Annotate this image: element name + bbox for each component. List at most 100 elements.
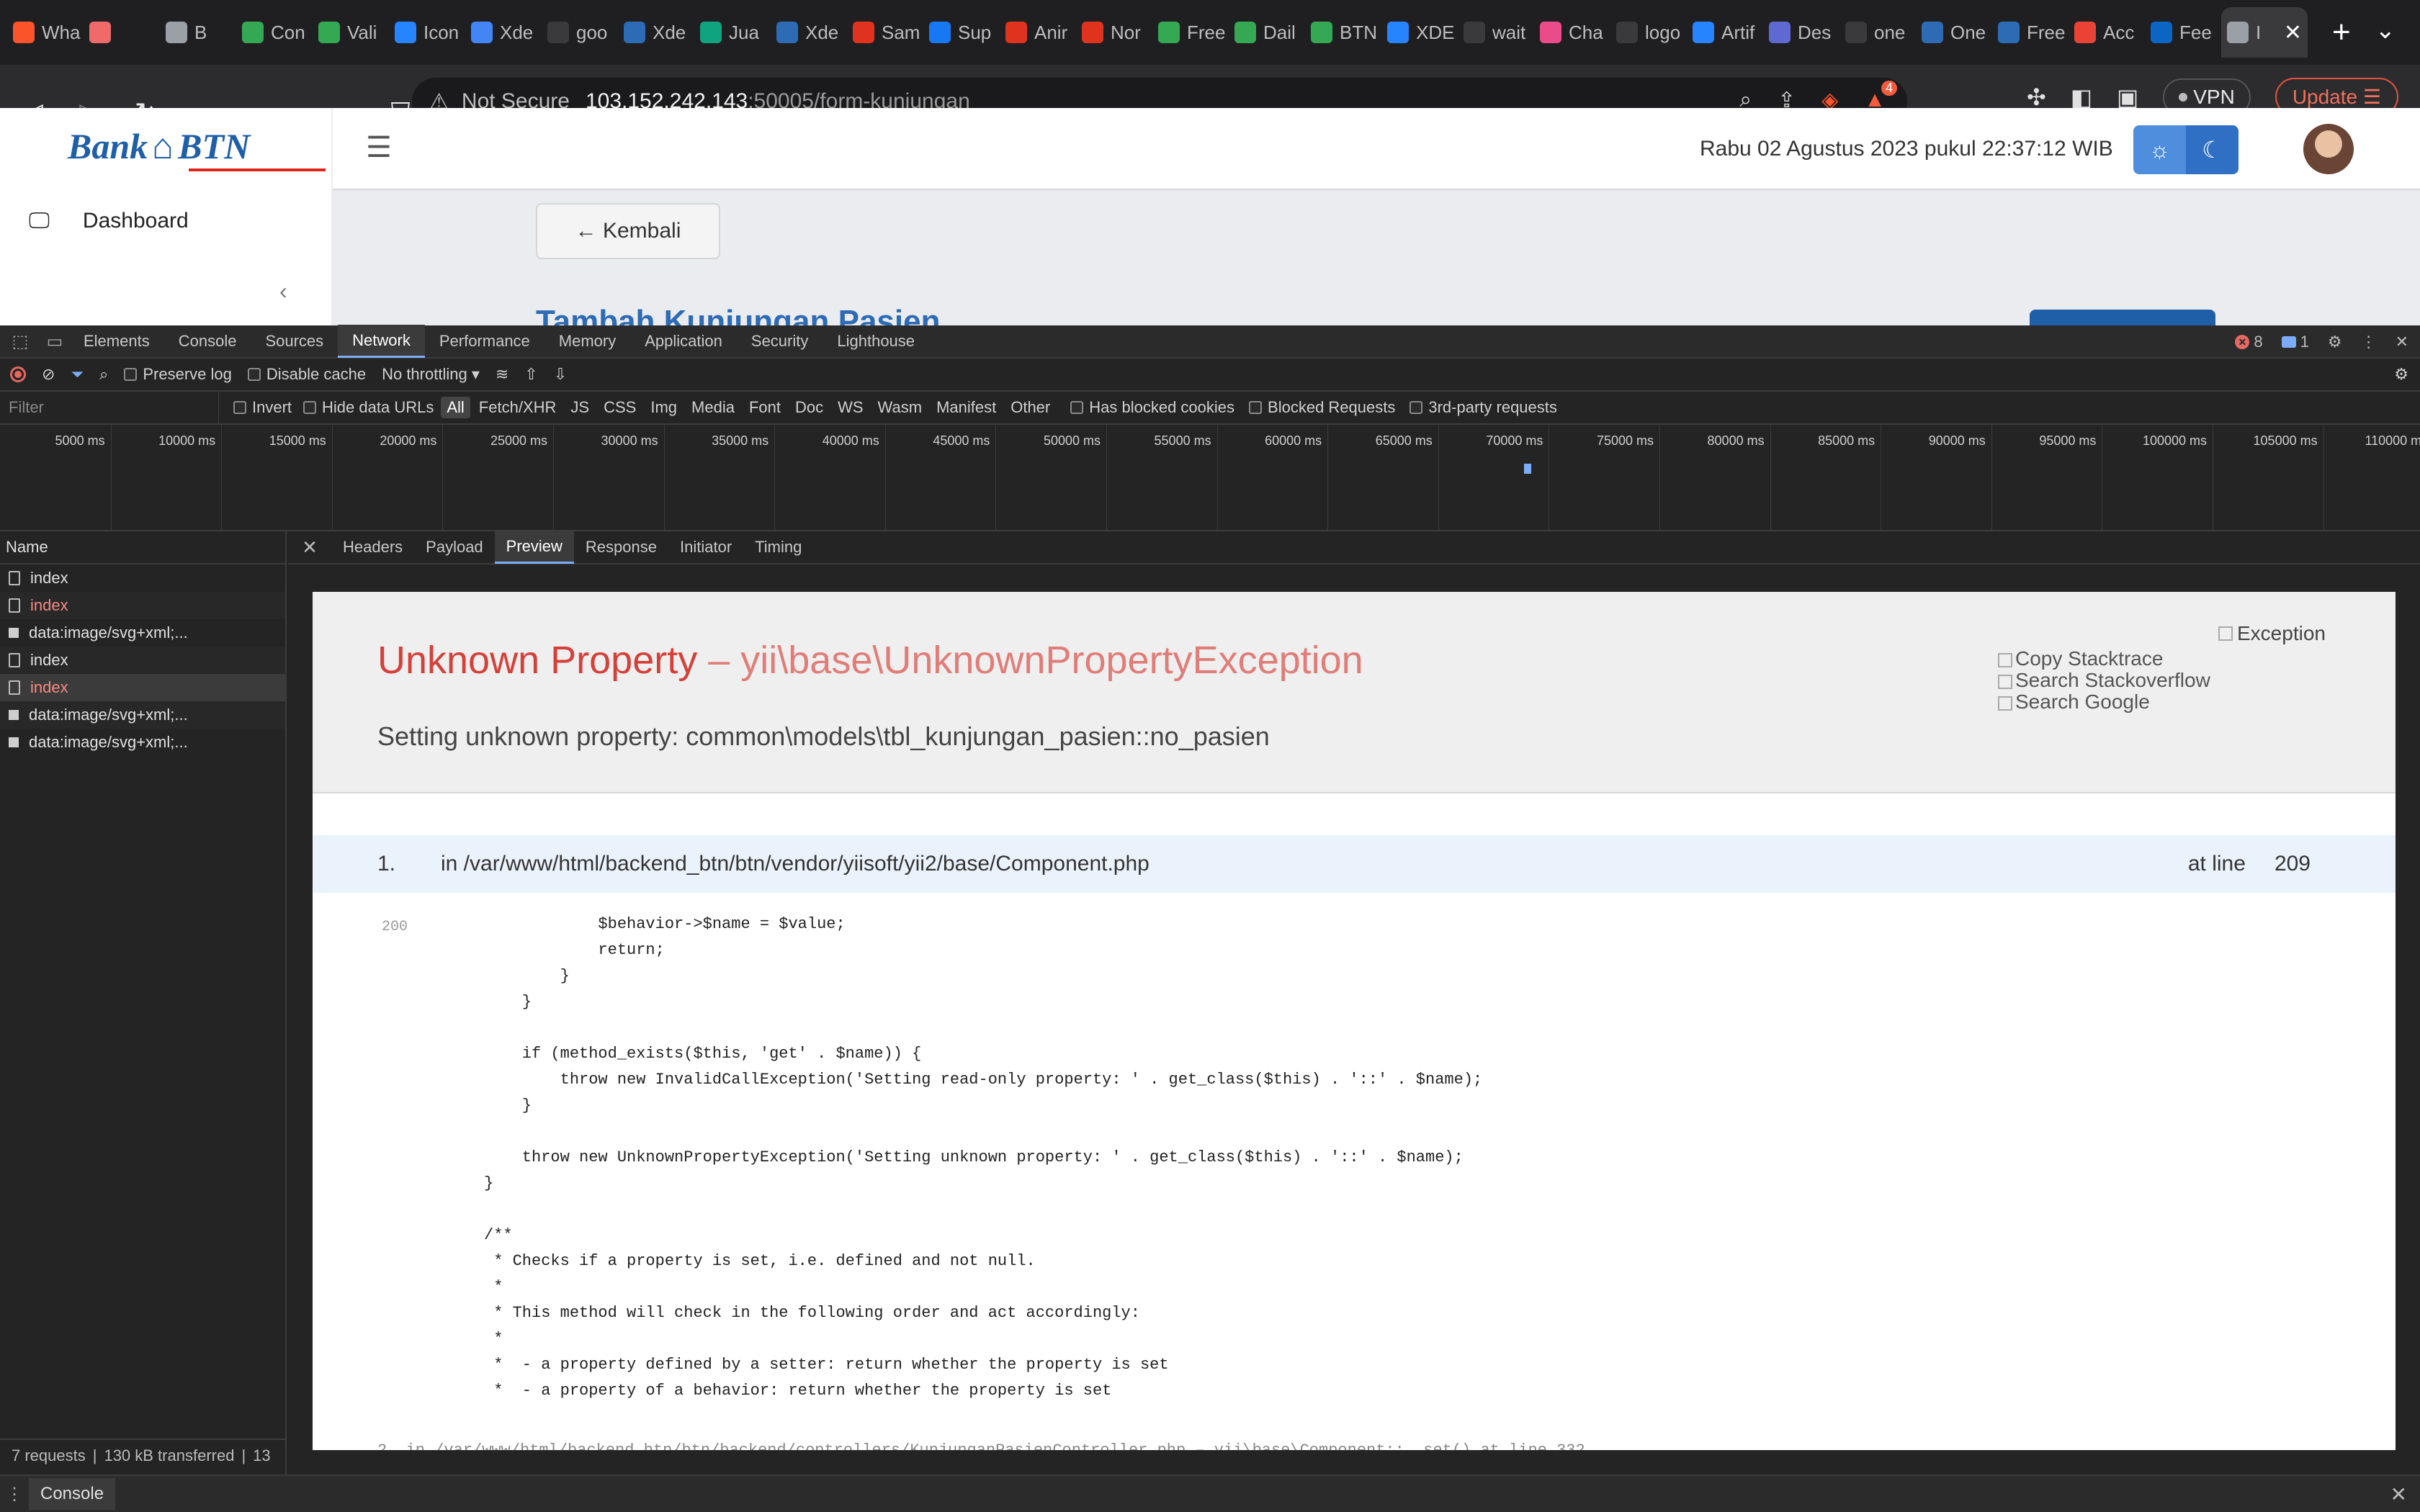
detail-tab-response[interactable]: Response [574,531,668,564]
detail-tab-payload[interactable]: Payload [414,531,495,564]
type-filter-fetchxhr[interactable]: Fetch/XHR [473,397,563,418]
back-button[interactable]: ← Kembali [536,203,720,259]
devtools-tab-console[interactable]: Console [164,325,251,358]
browser-tab[interactable]: Icon [389,7,465,58]
browser-tab[interactable]: Des [1763,7,1839,58]
blocked-requests-checkbox[interactable]: Blocked Requests [1249,398,1395,417]
browser-tab[interactable]: Free [1992,7,2069,58]
network-timeline-overview[interactable]: 5000 ms 10000 ms 15000 ms 20000 ms 25000 ms 3… [0,425,2420,531]
record-icon[interactable] [10,366,26,382]
disable-cache-checkbox[interactable]: Disable cache [247,365,366,384]
search-icon[interactable]: ⌕ [99,365,108,384]
avatar[interactable] [2303,124,2354,174]
type-filter-all[interactable]: All [441,397,470,418]
type-filter-media[interactable]: Media [686,397,740,418]
browser-tab[interactable]: Nor [1076,7,1152,58]
settings-gear-icon[interactable]: ⚙ [2328,333,2342,351]
search-stackoverflow-image[interactable]: Search Stackoverflow [1998,670,2210,691]
third-party-checkbox[interactable]: 3rd-party requests [1410,398,1557,417]
import-har-icon[interactable]: ⇧ [524,365,537,384]
browser-tab[interactable]: I ✕ [2221,7,2308,58]
more-options-icon[interactable]: ⋮ [2361,333,2377,351]
filter-icon[interactable]: ⏷ [71,365,84,384]
devtools-tab-performance[interactable]: Performance [425,325,544,358]
type-filter-other[interactable]: Other [1005,397,1056,418]
devtools-tab-memory[interactable]: Memory [544,325,630,358]
detail-tab-headers[interactable]: Headers [331,531,414,564]
request-row[interactable]: index [0,647,285,674]
browser-tab[interactable]: goo [542,7,618,58]
type-filter-img[interactable]: Img [645,397,683,418]
type-filter-font[interactable]: Font [743,397,786,418]
browser-tab[interactable]: Sam [847,7,923,58]
clear-icon[interactable]: ⊘ [42,365,55,384]
browser-tab[interactable]: Xde [771,7,847,58]
devtools-tab-application[interactable]: Application [630,325,737,358]
dark-mode-icon[interactable]: ☾ [2186,125,2238,174]
sidebar-item-dashboard[interactable]: 🖵 Dashboard [29,209,189,233]
type-filter-wasm[interactable]: Wasm [872,397,928,418]
light-mode-icon[interactable]: ☼ [2133,125,2186,174]
invert-checkbox[interactable]: Invert [233,398,292,417]
devtools-tab-network[interactable]: Network [338,325,425,358]
browser-tab[interactable]: B [160,7,236,58]
request-row[interactable]: data:image/svg+xml;... [0,619,285,647]
request-row[interactable]: index [0,592,285,619]
tab-search-icon[interactable]: ⌄ [2375,16,2396,45]
search-google-image[interactable]: Search Google [1998,691,2210,713]
devtools-tab-sources[interactable]: Sources [251,325,338,358]
inspect-element-icon[interactable]: ⬚ [6,331,35,352]
message-count-badge[interactable]: 1 [2281,333,2309,351]
throttling-select[interactable]: No throttling ▾ [382,365,480,384]
hamburger-menu-icon[interactable]: ☰ [366,131,392,164]
detail-tab-preview[interactable]: Preview [494,531,574,564]
close-detail-icon[interactable]: ✕ [288,536,331,559]
browser-tab[interactable]: BTN [1305,7,1381,58]
browser-tab[interactable]: one [1839,7,1916,58]
browser-tab[interactable]: Artif [1687,7,1763,58]
close-tab-icon[interactable]: ✕ [2284,20,2302,45]
sidebar-icon[interactable]: ◧ [2071,84,2092,111]
detail-tab-initiator[interactable]: Initiator [668,531,743,564]
browser-tab[interactable]: logo [1610,7,1687,58]
extensions-icon[interactable]: ✣ [2027,84,2046,111]
browser-tab[interactable]: Free [1152,7,1229,58]
primary-action-button[interactable] [2030,310,2215,325]
detail-tab-timing[interactable]: Timing [743,531,813,564]
type-filter-ws[interactable]: WS [832,397,869,418]
new-tab-button[interactable]: + [2332,14,2351,50]
copy-stacktrace-image[interactable]: Copy Stacktrace [1998,648,2210,670]
devtools-tab-security[interactable]: Security [737,325,823,358]
browser-tab[interactable]: Jua [694,7,771,58]
close-devtools-icon[interactable]: ✕ [2396,333,2408,351]
request-row[interactable]: index [0,564,285,592]
request-row[interactable]: data:image/svg+xml;... [0,729,285,756]
type-filter-manifest[interactable]: Manifest [931,397,1002,418]
wallet-icon[interactable]: ▣ [2117,84,2138,111]
browser-tab[interactable]: Acc [2069,7,2145,58]
browser-tab[interactable]: Vali [313,7,389,58]
browser-tab[interactable]: Sup [923,7,1000,58]
drawer-menu-icon[interactable]: ⋮ [0,1484,29,1505]
browser-tab[interactable]: Wha [7,7,84,58]
devtools-tab-elements[interactable]: Elements [69,325,164,358]
collapse-sidebar-icon[interactable]: ‹ [279,278,287,305]
error-count-badge[interactable]: ✕ 8 [2235,333,2263,351]
drawer-tab-console[interactable]: Console [29,1478,116,1510]
device-toolbar-icon[interactable]: ▭ [40,331,69,352]
close-drawer-icon[interactable]: ✕ [2390,1482,2407,1506]
request-row[interactable]: index [0,674,285,701]
browser-tab[interactable]: Cha [1534,7,1610,58]
hide-data-urls-checkbox[interactable]: Hide data URLs [303,398,434,417]
browser-tab[interactable]: wait [1458,7,1534,58]
browser-tab[interactable]: One [1916,7,1992,58]
browser-tab[interactable]: Xde [618,7,694,58]
browser-tab[interactable]: Con [236,7,313,58]
browser-tab[interactable]: Anir [1000,7,1076,58]
browser-tab[interactable]: XDE [1381,7,1458,58]
filter-input[interactable]: Filter [0,391,219,424]
export-har-icon[interactable]: ⇩ [554,365,567,384]
type-filter-doc[interactable]: Doc [789,397,829,418]
call-stack-item[interactable]: 1. in /var/www/html/backend_btn/btn/vend… [313,835,2396,893]
browser-tab[interactable]: Fee [2145,7,2221,58]
